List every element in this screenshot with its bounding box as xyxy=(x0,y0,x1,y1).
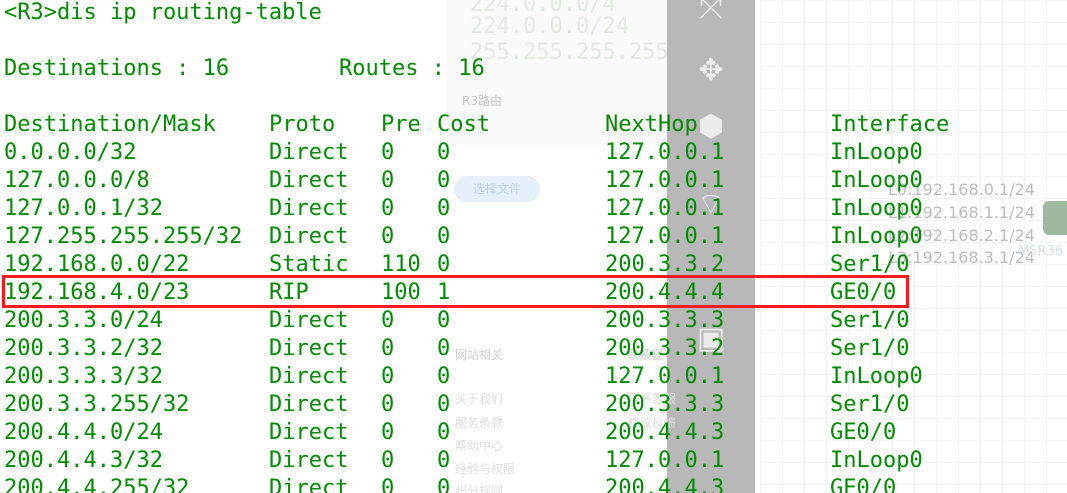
cell-proto: Direct xyxy=(269,168,349,193)
cell-interface: Ser1/0 xyxy=(830,308,910,333)
cell-interface: InLoop0 xyxy=(830,364,923,389)
table-header: Destination/Mask Proto Pre Cost NextHop … xyxy=(0,111,1000,139)
table-row: 200.3.3.2/32 Direct 0 0 200.3.3.2 Ser1/0 xyxy=(0,335,1000,363)
cell-pre: 0 xyxy=(381,196,395,221)
cell-nexthop: 200.4.4.3 xyxy=(605,476,725,493)
cell-pre: 0 xyxy=(381,364,395,389)
cell-proto: Direct xyxy=(269,448,349,473)
cell-cost: 0 xyxy=(437,196,451,221)
destinations-count: Destinations : 16 xyxy=(4,56,230,81)
cell-nexthop: 127.0.0.1 xyxy=(605,168,725,193)
cell-proto: Direct xyxy=(269,308,349,333)
cell-proto: Direct xyxy=(269,420,349,445)
bg-mask-line: 224.0.0.0/24 xyxy=(470,14,629,39)
cell-cost: 0 xyxy=(437,224,451,249)
header-destination-mask: Destination/Mask xyxy=(4,112,216,137)
cell-destination: 200.4.4.255/32 xyxy=(4,476,190,493)
table-row: 200.4.4.0/24 Direct 0 0 200.4.4.3 GE0/0 xyxy=(0,419,1000,447)
cell-proto: Direct xyxy=(269,392,349,417)
cell-pre: 0 xyxy=(381,308,395,333)
cell-proto: Direct xyxy=(269,224,349,249)
cell-cost: 0 xyxy=(437,364,451,389)
cell-pre: 0 xyxy=(381,168,395,193)
cell-pre: 0 xyxy=(381,336,395,361)
cell-nexthop: 127.0.0.1 xyxy=(605,224,725,249)
cell-pre: 0 xyxy=(381,224,395,249)
cell-interface: GE0/0 xyxy=(830,476,897,493)
cell-interface: InLoop0 xyxy=(830,140,923,165)
cell-destination: 200.3.3.3/32 xyxy=(4,364,163,389)
header-interface: Interface xyxy=(830,112,950,137)
cell-destination: 127.255.255.255/32 xyxy=(4,224,243,249)
cell-nexthop: 200.4.4.3 xyxy=(605,420,725,445)
table-row: 127.0.0.0/8 Direct 0 0 127.0.0.1 InLoop0 xyxy=(0,167,1000,195)
cell-nexthop: 200.3.3.2 xyxy=(605,336,725,361)
cell-interface: InLoop0 xyxy=(830,168,923,193)
table-row: 0.0.0.0/32 Direct 0 0 127.0.0.1 InLoop0 xyxy=(0,139,1000,167)
cell-pre: 0 xyxy=(381,140,395,165)
bg-panel-label: R3路由 xyxy=(462,94,502,108)
header-cost: Cost xyxy=(437,112,490,137)
cell-interface: Ser1/0 xyxy=(830,336,910,361)
cell-pre: 0 xyxy=(381,392,395,417)
table-row: 200.3.3.3/32 Direct 0 0 127.0.0.1 InLoop… xyxy=(0,363,1000,391)
cell-pre: 0 xyxy=(381,476,395,493)
table-row: 200.4.4.255/32 Direct 0 0 200.4.4.3 GE0/… xyxy=(0,475,1000,493)
table-row: 200.3.3.255/32 Direct 0 0 200.3.3.3 Ser1… xyxy=(0,391,1000,419)
fullscreen-icon[interactable]: ⤧ xyxy=(692,0,730,28)
cell-nexthop: 200.3.3.3 xyxy=(605,392,725,417)
header-nexthop: NextHop xyxy=(605,112,698,137)
cell-cost: 0 xyxy=(437,140,451,165)
cell-proto: Direct xyxy=(269,336,349,361)
cell-interface: InLoop0 xyxy=(830,224,923,249)
cell-proto: Direct xyxy=(269,476,349,493)
cell-cost: 0 xyxy=(437,392,451,417)
cell-nexthop: 127.0.0.1 xyxy=(605,196,725,221)
screen: 224.0.0.0/4 224.0.0.0/24 255.255.255.255… xyxy=(0,0,1067,493)
bg-mask-line: 255.255.255.255 xyxy=(470,40,669,65)
cell-destination: 200.3.3.0/24 xyxy=(4,308,163,333)
cell-cost: 0 xyxy=(437,336,451,361)
highlight-box xyxy=(2,275,909,308)
move-icon[interactable]: ✥ xyxy=(692,52,730,90)
cell-destination: 200.3.3.2/32 xyxy=(4,336,163,361)
cell-nexthop: 127.0.0.1 xyxy=(605,448,725,473)
cell-interface: GE0/0 xyxy=(830,420,897,445)
routes-count: Routes : 16 xyxy=(339,56,485,81)
cell-proto: Direct xyxy=(269,196,349,221)
cell-cost: 0 xyxy=(437,476,451,493)
cell-interface: Ser1/0 xyxy=(830,392,910,417)
cell-nexthop: 127.0.0.1 xyxy=(605,140,725,165)
cell-cost: 0 xyxy=(437,420,451,445)
cell-nexthop: 127.0.0.1 xyxy=(605,364,725,389)
cell-destination: 200.4.4.3/32 xyxy=(4,448,163,473)
table-row: 200.3.3.0/24 Direct 0 0 200.3.3.3 Ser1/0 xyxy=(0,307,1000,335)
table-row: 127.255.255.255/32 Direct 0 0 127.0.0.1 … xyxy=(0,223,1000,251)
cell-cost: 0 xyxy=(437,308,451,333)
table-row: 127.0.0.1/32 Direct 0 0 127.0.0.1 InLoop… xyxy=(0,195,1000,223)
cell-destination: 127.0.0.0/8 xyxy=(4,168,150,193)
cell-destination: 200.4.4.0/24 xyxy=(4,420,163,445)
cell-proto: Direct xyxy=(269,364,349,389)
command-line: <R3>dis ip routing-table xyxy=(4,0,322,25)
cell-proto: Direct xyxy=(269,140,349,165)
header-proto: Proto xyxy=(269,112,336,137)
router-node-label: MSR36 xyxy=(1018,244,1064,259)
cell-cost: 0 xyxy=(437,168,451,193)
cell-nexthop: 200.3.3.3 xyxy=(605,308,725,333)
table-row: 200.4.4.3/32 Direct 0 0 127.0.0.1 InLoop… xyxy=(0,447,1000,475)
cell-destination: 127.0.0.1/32 xyxy=(4,196,163,221)
cell-destination: 0.0.0.0/32 xyxy=(4,140,137,165)
cell-destination: 200.3.3.255/32 xyxy=(4,392,190,417)
router-node-icon[interactable] xyxy=(1043,201,1067,235)
cell-interface: InLoop0 xyxy=(830,196,923,221)
cell-pre: 0 xyxy=(381,420,395,445)
cell-cost: 0 xyxy=(437,448,451,473)
header-pre: Pre xyxy=(381,112,421,137)
cell-pre: 0 xyxy=(381,448,395,473)
cell-interface: InLoop0 xyxy=(830,448,923,473)
